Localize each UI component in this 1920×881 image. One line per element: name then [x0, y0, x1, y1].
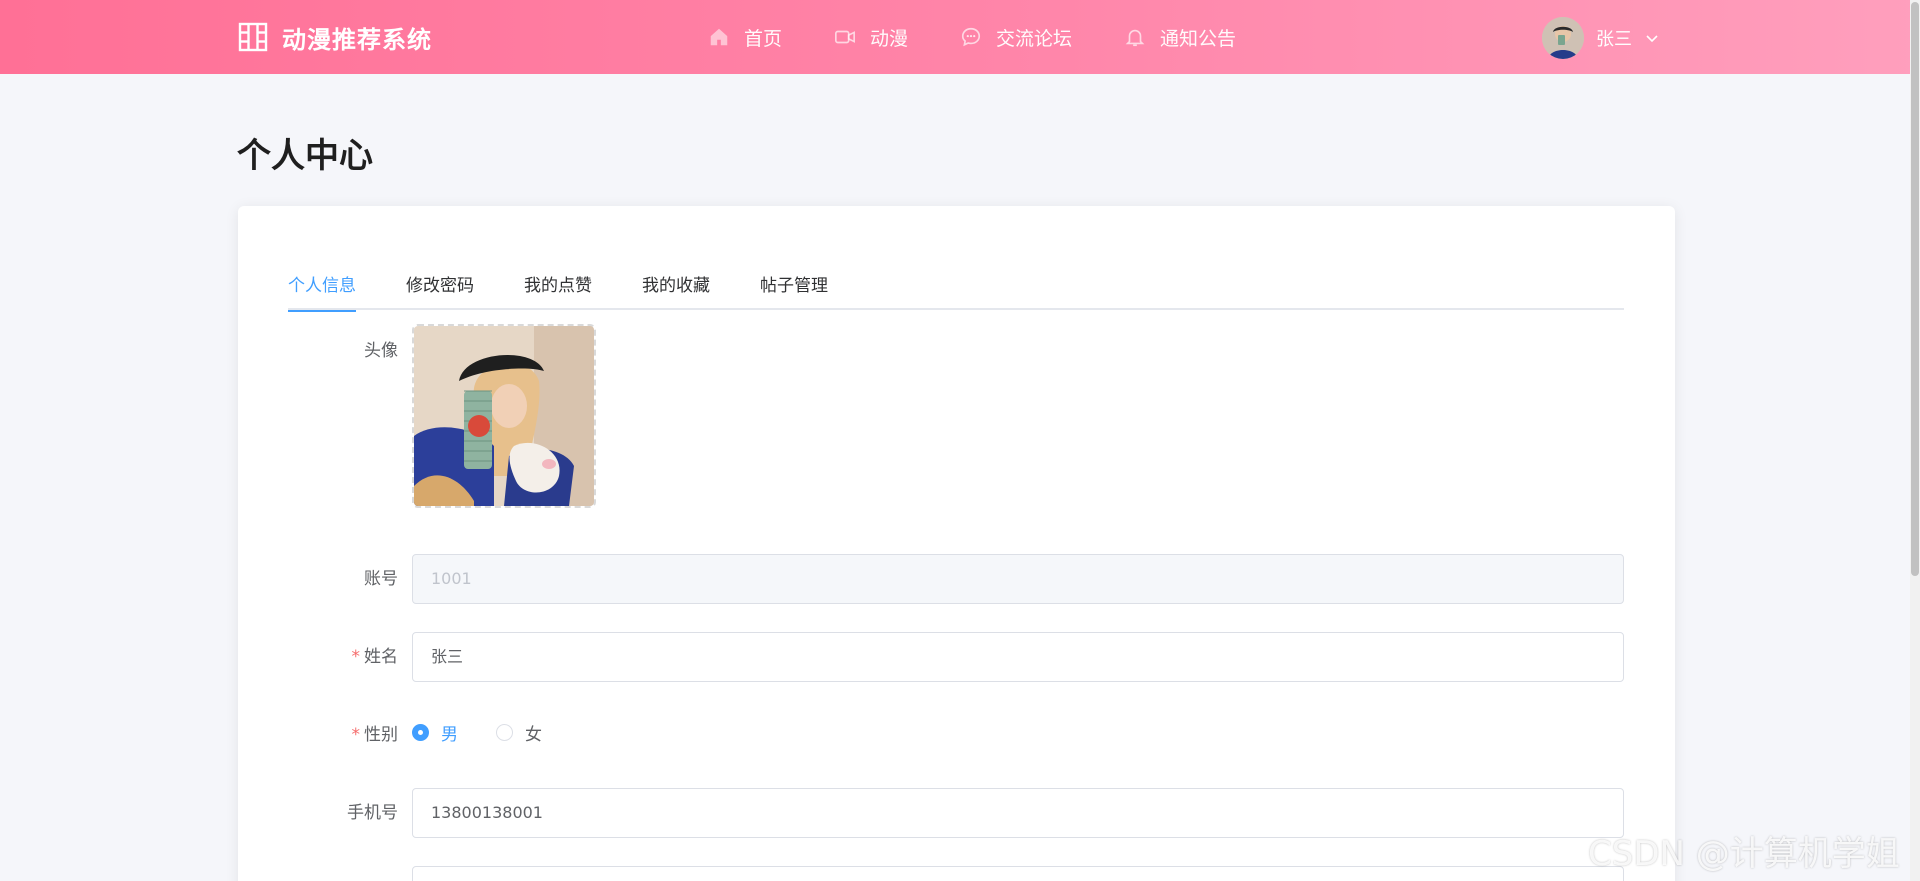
top-navbar: 动漫推荐系统 首页 动漫 交流论坛 通知公告 张三 — [0, 0, 1920, 74]
chat-bubble-icon — [961, 27, 981, 47]
app-title: 动漫推荐系统 — [282, 25, 432, 54]
nav-item-notice[interactable]: 通知公告 — [1124, 24, 1236, 51]
avatar — [1542, 17, 1584, 59]
avatar-upload[interactable] — [412, 324, 596, 508]
tab-change-password[interactable]: 修改密码 — [406, 270, 474, 310]
main-nav: 首页 动漫 交流论坛 通知公告 — [708, 20, 1288, 54]
nav-label: 动漫 — [870, 27, 909, 50]
tab-post-management[interactable]: 帖子管理 — [760, 270, 828, 310]
bell-icon — [1125, 29, 1145, 47]
gender-radio-male[interactable]: 男 — [412, 720, 458, 745]
required-mark: * — [351, 647, 361, 667]
gender-option-label: 男 — [441, 725, 458, 745]
tab-my-likes[interactable]: 我的点赞 — [524, 270, 592, 310]
gender-label-text: 性别 — [364, 725, 398, 745]
user-menu[interactable]: 张三 — [1542, 17, 1660, 59]
profile-card: 个人信息 修改密码 我的点赞 我的收藏 帖子管理 头像 账号 1001 * 姓名 … — [238, 206, 1675, 881]
brand[interactable]: 动漫推荐系统 — [238, 20, 432, 54]
nav-item-forum[interactable]: 交流论坛 — [960, 24, 1072, 51]
gender-option-label: 女 — [525, 725, 542, 745]
tab-personal-info[interactable]: 个人信息 — [288, 270, 356, 312]
phone-field[interactable]: 13800138001 — [412, 788, 1624, 838]
avatar-label: 头像 — [364, 341, 398, 361]
phone-label: 手机号 — [347, 803, 398, 823]
avatar-image — [414, 326, 594, 506]
radio-unchecked-icon — [496, 724, 513, 741]
chevron-down-icon — [1646, 35, 1658, 43]
nav-label: 首页 — [744, 27, 783, 50]
nav-item-home[interactable]: 首页 — [708, 24, 782, 51]
account-label: 账号 — [364, 569, 398, 589]
name-label-text: 姓名 — [364, 647, 398, 667]
nav-label: 交流论坛 — [996, 27, 1073, 50]
gender-radio-group: 男 女 — [412, 720, 580, 745]
radio-checked-icon — [412, 724, 429, 741]
nav-item-anime[interactable]: 动漫 — [834, 24, 908, 51]
tab-my-favorites[interactable]: 我的收藏 — [642, 270, 710, 310]
account-field: 1001 — [412, 554, 1624, 604]
required-mark: * — [351, 725, 361, 745]
next-field[interactable] — [412, 866, 1624, 881]
home-icon — [710, 28, 728, 46]
watermark: CSDN @计算机学姐 — [1588, 834, 1900, 874]
page-scrollbar[interactable] — [1910, 0, 1920, 881]
nav-label: 通知公告 — [1160, 27, 1237, 50]
scrollbar-thumb[interactable] — [1911, 2, 1919, 576]
name-label: * 姓名 — [238, 642, 399, 667]
gender-label: * 性别 — [238, 720, 399, 745]
video-camera-icon — [835, 30, 856, 44]
profile-tabs: 个人信息 修改密码 我的点赞 我的收藏 帖子管理 — [288, 270, 1624, 312]
user-name: 张三 — [1596, 29, 1632, 50]
gender-radio-female[interactable]: 女 — [496, 720, 542, 745]
name-field[interactable]: 张三 — [412, 632, 1624, 682]
film-grid-icon — [238, 22, 268, 52]
page-title: 个人中心 — [237, 136, 373, 176]
